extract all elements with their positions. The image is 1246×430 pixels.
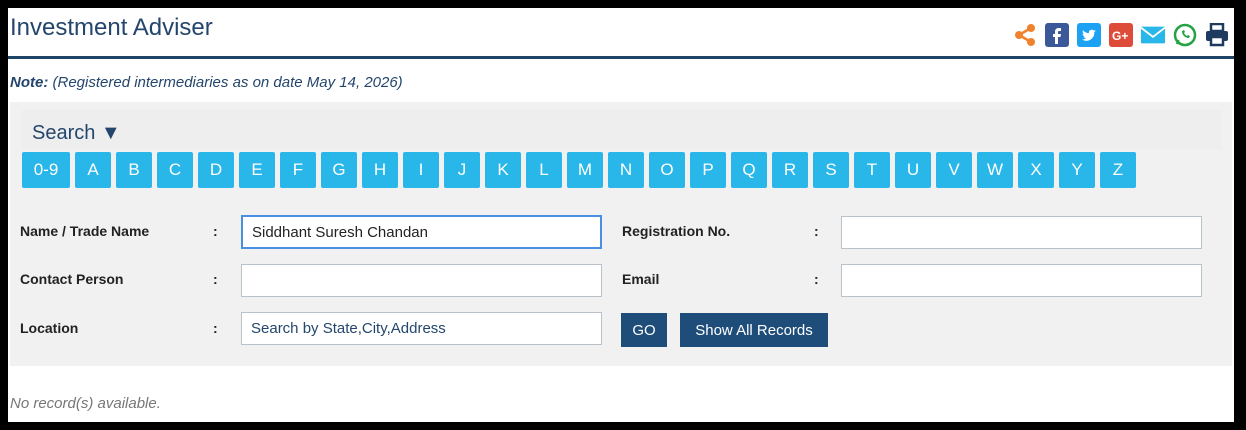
letter-button-h[interactable]: H [362,152,398,188]
letter-button-i[interactable]: I [403,152,439,188]
go-button[interactable]: GO [621,313,667,347]
letter-button-p[interactable]: P [690,152,726,188]
search-toggle-bar[interactable]: Search ▼ [22,110,1222,150]
letter-button-a[interactable]: A [75,152,111,188]
facebook-icon[interactable] [1044,22,1070,48]
page-title: Investment Adviser [10,14,213,41]
email-label: Email [622,271,660,287]
colon: : [814,223,819,239]
colon: : [213,320,218,336]
colon: : [213,223,218,239]
letter-button-x[interactable]: X [1018,152,1054,188]
letter-button-v[interactable]: V [936,152,972,188]
name-label: Name / Trade Name [20,223,150,239]
letter-button-0-9[interactable]: 0-9 [22,152,70,188]
colon: : [814,271,819,287]
no-records-message: No record(s) available. [10,395,161,412]
note-text: (Registered intermediaries as on date Ma… [48,74,403,91]
header: Investment Adviser G+ [8,8,1234,59]
letter-button-m[interactable]: M [567,152,603,188]
letter-button-l[interactable]: L [526,152,562,188]
colon: : [213,271,218,287]
letter-button-z[interactable]: Z [1100,152,1136,188]
twitter-icon[interactable] [1076,22,1102,48]
letter-button-u[interactable]: U [895,152,931,188]
note-label: Note: [10,74,49,91]
search-panel: Search ▼ 0-9 A B C D E F G H I J K L M N O P Q R S T U V W X Y Z N… [10,102,1232,366]
letter-button-c[interactable]: C [157,152,193,188]
email-icon[interactable] [1140,22,1166,48]
location-input[interactable]: Search by State,City,Address [241,312,602,345]
letter-button-t[interactable]: T [854,152,890,188]
contact-person-label: Contact Person [20,271,124,287]
letter-button-s[interactable]: S [813,152,849,188]
whatsapp-icon[interactable] [1172,22,1198,48]
letter-button-w[interactable]: W [977,152,1013,188]
note: Note: (Registered intermediaries as on d… [10,74,403,91]
svg-text:G+: G+ [1112,29,1128,43]
letter-button-n[interactable]: N [608,152,644,188]
letter-button-j[interactable]: J [444,152,480,188]
letter-button-k[interactable]: K [485,152,521,188]
page-frame: Investment Adviser G+ Note: (Registered … [8,8,1234,422]
location-label: Location [20,320,79,336]
letter-button-b[interactable]: B [116,152,152,188]
registration-label: Registration No. [622,223,731,239]
name-input[interactable]: Siddhant Suresh Chandan [241,215,602,249]
letter-button-e[interactable]: E [239,152,275,188]
letter-button-d[interactable]: D [198,152,234,188]
letter-button-g[interactable]: G [321,152,357,188]
show-all-records-button[interactable]: Show All Records [680,313,828,347]
letter-button-o[interactable]: O [649,152,685,188]
search-toggle[interactable]: Search ▼ [32,122,121,145]
letter-button-q[interactable]: Q [731,152,767,188]
letter-button-y[interactable]: Y [1059,152,1095,188]
print-icon[interactable] [1204,22,1230,48]
share-bar: G+ [1012,22,1230,48]
letter-button-r[interactable]: R [772,152,808,188]
alphabet-filter: 0-9 A B C D E F G H I J K L M N O P Q R S T U V W X Y Z [22,152,1141,188]
letter-button-f[interactable]: F [280,152,316,188]
registration-input[interactable] [841,216,1202,249]
share-icon[interactable] [1012,22,1038,48]
googleplus-icon[interactable]: G+ [1108,22,1134,48]
header-divider [8,56,1234,59]
contact-person-input[interactable] [241,264,602,297]
email-input[interactable] [841,264,1202,297]
